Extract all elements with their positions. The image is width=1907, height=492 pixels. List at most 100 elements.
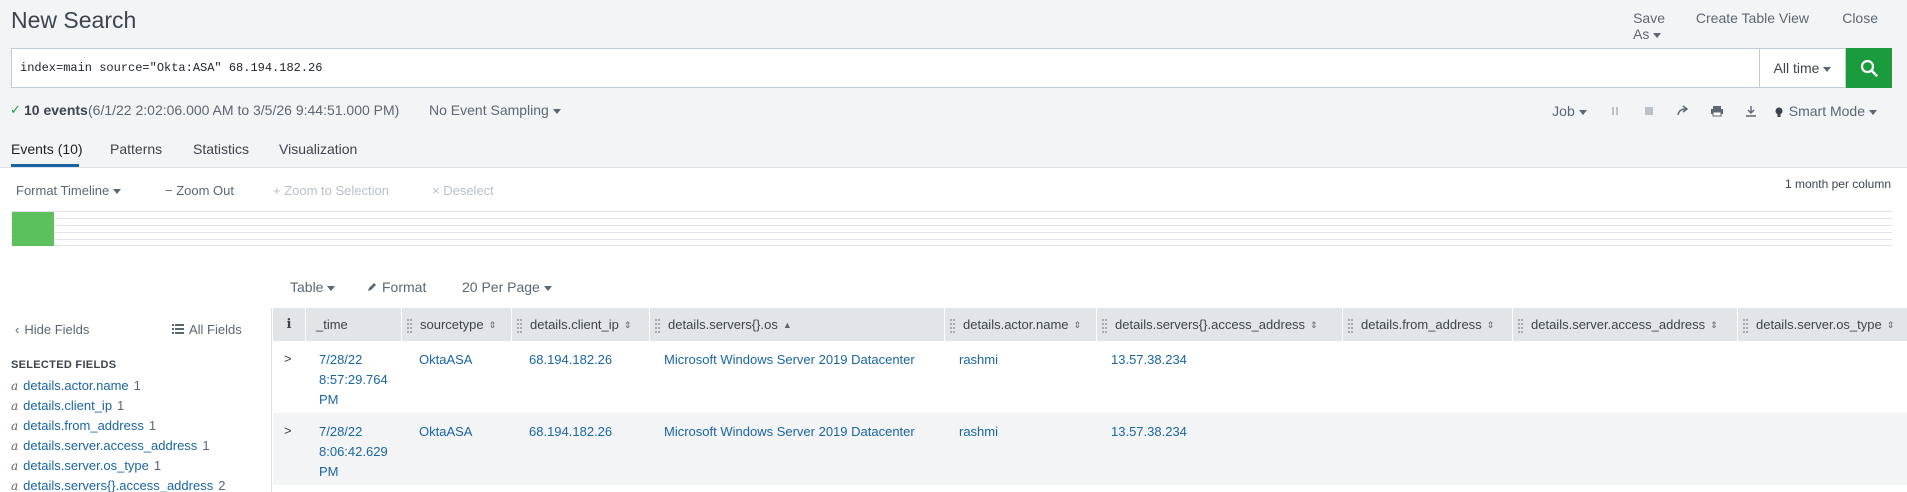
search-icon bbox=[1860, 59, 1878, 77]
sort-icon[interactable]: ⇕ bbox=[624, 309, 632, 341]
field-name[interactable]: details.actor.name bbox=[23, 378, 129, 393]
tab-statistics[interactable]: Statistics bbox=[193, 141, 249, 157]
field-name[interactable]: details.servers{}.access_address bbox=[23, 478, 213, 492]
column-header-server-os-type[interactable]: details.server.os_type ⇕ bbox=[1738, 308, 1907, 341]
table-view-menu[interactable]: Table bbox=[290, 279, 336, 295]
table-row: > 7/28/22 8:57:29.764 PM OktaASA 68.194.… bbox=[273, 341, 1907, 413]
column-header-from-address[interactable]: details.from_address ⇕ bbox=[1343, 308, 1513, 341]
field-item[interactable]: a details.client_ip 1 bbox=[11, 398, 225, 418]
save-as-menu[interactable]: Save As bbox=[1633, 10, 1665, 42]
cell-actor-name[interactable]: rashmi bbox=[959, 422, 998, 442]
column-header-sourcetype[interactable]: sourcetype ⇕ bbox=[402, 308, 512, 341]
deselect-button[interactable]: × Deselect bbox=[432, 183, 494, 198]
cell-client-ip[interactable]: 68.194.182.26 bbox=[529, 350, 612, 370]
column-label: sourcetype bbox=[420, 317, 484, 332]
cell-actor-name[interactable]: rashmi bbox=[959, 350, 998, 370]
format-label: Format bbox=[382, 279, 427, 295]
expand-row-icon[interactable]: > bbox=[284, 351, 292, 366]
cell-time[interactable]: 7/28/22 8:06:42.629 PM bbox=[319, 422, 388, 482]
tab-patterns[interactable]: Patterns bbox=[110, 141, 162, 157]
field-name[interactable]: details.server.access_address bbox=[23, 438, 197, 453]
drag-handle-icon[interactable] bbox=[1743, 318, 1748, 333]
column-header-client-ip[interactable]: details.client_ip ⇕ bbox=[512, 308, 650, 341]
cell-client-ip[interactable]: 68.194.182.26 bbox=[529, 422, 612, 442]
zoom-to-selection-button[interactable]: + Zoom to Selection bbox=[273, 183, 389, 198]
print-icon[interactable] bbox=[1705, 100, 1729, 122]
column-label: details.server.access_address bbox=[1531, 317, 1706, 332]
field-name[interactable]: details.server.os_type bbox=[23, 458, 149, 473]
time-meridiem: PM bbox=[319, 392, 339, 407]
column-header-actor-name[interactable]: details.actor.name ⇕ bbox=[945, 308, 1097, 341]
field-name[interactable]: details.client_ip bbox=[23, 398, 112, 413]
sort-icon[interactable]: ⇕ bbox=[1074, 309, 1082, 341]
search-button[interactable] bbox=[1846, 48, 1892, 88]
timeline-gridline bbox=[11, 245, 1892, 246]
drag-handle-icon[interactable] bbox=[1348, 318, 1353, 333]
sort-icon[interactable]: ⇕ bbox=[1710, 309, 1718, 341]
cell-servers-access-address[interactable]: 13.57.38.234 bbox=[1111, 350, 1187, 370]
job-toolbar: Job Smart Mode bbox=[1552, 100, 1907, 122]
cell-servers-os[interactable]: Microsoft Windows Server 2019 Datacenter bbox=[664, 422, 915, 442]
chevron-down-icon bbox=[1869, 109, 1877, 115]
all-fields-button[interactable]: All Fields bbox=[172, 322, 242, 337]
chevron-down-icon bbox=[1653, 32, 1662, 38]
column-header-time[interactable]: _time bbox=[306, 308, 402, 341]
cell-sourcetype[interactable]: OktaASA bbox=[419, 422, 472, 442]
drag-handle-icon[interactable] bbox=[1102, 318, 1107, 333]
zoom-out-button[interactable]: − Zoom Out bbox=[165, 183, 234, 198]
sort-icon[interactable]: ⇕ bbox=[1887, 309, 1895, 341]
format-timeline-menu[interactable]: Format Timeline bbox=[16, 183, 122, 198]
field-item[interactable]: a details.actor.name 1 bbox=[11, 378, 225, 398]
stop-icon[interactable] bbox=[1637, 100, 1661, 122]
search-bar: index=main source="Okta:ASA" 68.194.182.… bbox=[0, 46, 1907, 94]
event-sampling-menu[interactable]: No Event Sampling bbox=[429, 102, 561, 118]
tab-events[interactable]: Events (10) bbox=[11, 141, 83, 157]
job-menu[interactable]: Job bbox=[1552, 103, 1587, 119]
search-input[interactable]: index=main source="Okta:ASA" 68.194.182.… bbox=[11, 48, 1759, 88]
drag-handle-icon[interactable] bbox=[1518, 318, 1523, 333]
fields-sidebar: ‹ Hide Fields All Fields SELECTED FIELDS … bbox=[0, 308, 272, 492]
timeline-chart[interactable] bbox=[11, 210, 1892, 246]
cell-servers-access-address[interactable]: 13.57.38.234 bbox=[1111, 422, 1187, 442]
expand-row-icon[interactable]: > bbox=[284, 423, 292, 438]
field-item[interactable]: a details.server.access_address 1 bbox=[11, 438, 225, 458]
search-mode-menu[interactable]: Smart Mode bbox=[1775, 103, 1877, 119]
column-header-servers-access-address[interactable]: details.servers{}.access_address ⇕ bbox=[1097, 308, 1343, 341]
share-icon[interactable] bbox=[1671, 100, 1695, 122]
sort-ascending-icon[interactable]: ▲ bbox=[783, 309, 792, 341]
chevron-left-icon: ‹ bbox=[15, 322, 20, 337]
sort-icon[interactable]: ⇕ bbox=[1487, 309, 1495, 341]
timeline-bar[interactable] bbox=[12, 212, 54, 246]
hide-fields-button[interactable]: ‹ Hide Fields bbox=[15, 322, 89, 337]
column-header-servers-os[interactable]: details.servers{}.os ▲ bbox=[650, 308, 945, 341]
cell-time[interactable]: 7/28/22 8:57:29.764 PM bbox=[319, 350, 388, 410]
selected-fields-list: a details.actor.name 1 a details.client_ip 1… bbox=[11, 378, 225, 492]
drag-handle-icon[interactable] bbox=[950, 318, 955, 333]
field-item[interactable]: a details.servers{}.access_address 2 bbox=[11, 478, 225, 492]
time-clock: 8:06:42.629 bbox=[319, 444, 388, 459]
cell-sourcetype[interactable]: OktaASA bbox=[419, 350, 472, 370]
close-button[interactable]: Close bbox=[1842, 10, 1878, 26]
event-count: 10 events bbox=[24, 102, 88, 118]
sort-icon[interactable]: ⇕ bbox=[489, 309, 497, 341]
tab-visualization[interactable]: Visualization bbox=[279, 141, 357, 157]
cell-servers-os[interactable]: Microsoft Windows Server 2019 Datacenter bbox=[664, 350, 915, 370]
drag-handle-icon[interactable] bbox=[517, 318, 522, 333]
drag-handle-icon[interactable] bbox=[655, 318, 660, 333]
create-table-view-button[interactable]: Create Table View bbox=[1696, 10, 1809, 26]
drag-handle-icon[interactable] bbox=[407, 318, 412, 333]
info-column-header: i bbox=[273, 308, 306, 341]
format-button[interactable]: Format bbox=[367, 279, 426, 295]
column-header-server-access-address[interactable]: details.server.access_address ⇕ bbox=[1513, 308, 1738, 341]
field-item[interactable]: a details.server.os_type 1 bbox=[11, 458, 225, 478]
per-page-menu[interactable]: 20 Per Page bbox=[462, 279, 552, 295]
field-item[interactable]: a details.from_address 1 bbox=[11, 418, 225, 438]
export-icon[interactable] bbox=[1739, 100, 1763, 122]
chevron-down-icon bbox=[1823, 66, 1832, 72]
sort-icon[interactable]: ⇕ bbox=[1310, 309, 1318, 341]
pause-icon[interactable] bbox=[1603, 100, 1627, 122]
time-range-picker[interactable]: All time bbox=[1759, 48, 1846, 88]
time-meridiem: PM bbox=[319, 464, 339, 479]
field-name[interactable]: details.from_address bbox=[23, 418, 144, 433]
page-title: New Search bbox=[11, 7, 137, 33]
